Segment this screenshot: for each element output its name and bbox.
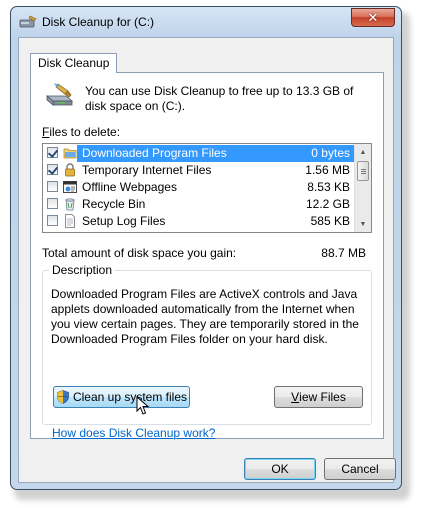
- dialog-client: Disk Cleanup You can use Disk Cleanup to…: [18, 37, 396, 483]
- item-name: Recycle Bin: [82, 197, 146, 211]
- close-button[interactable]: ✕: [351, 8, 395, 27]
- tab-panel: You can use Disk Cleanup to free up to 1…: [30, 72, 384, 439]
- item-size: 1.56 MB: [305, 163, 350, 177]
- checkbox[interactable]: [47, 181, 58, 192]
- checkbox[interactable]: [47, 147, 58, 158]
- item-name: Setup Log Files: [82, 214, 166, 228]
- item-size: 8.53 KB: [307, 180, 350, 194]
- description-legend: Description: [49, 263, 116, 277]
- list-item[interactable]: Temporary Internet Files 1.56 MB: [43, 162, 355, 179]
- ok-label: OK: [271, 462, 289, 476]
- intro-text: You can use Disk Cleanup to free up to 1…: [85, 84, 354, 113]
- list-item[interactable]: Setup Log Files 585 KB: [43, 213, 355, 230]
- view-files-accelerator: V: [291, 390, 300, 404]
- disk-cleanup-icon: [45, 83, 74, 106]
- description-text: Downloaded Program Files are ActiveX con…: [51, 287, 359, 346]
- scroll-up-arrow-icon[interactable]: ▲: [355, 144, 371, 160]
- window-title: Disk Cleanup for (C:): [42, 15, 155, 29]
- list-item[interactable]: Recycle Bin 12.2 GB: [43, 196, 355, 213]
- scroll-thumb[interactable]: [357, 161, 369, 181]
- webpage-icon: [63, 181, 77, 193]
- item-size: 0 bytes: [311, 146, 350, 160]
- item-name: Offline Webpages: [82, 180, 177, 194]
- item-size: 12.2 GB: [305, 197, 350, 211]
- item-name: Temporary Internet Files: [82, 163, 212, 177]
- scroll-down-arrow-icon[interactable]: ▼: [355, 216, 371, 232]
- tab-disk-cleanup[interactable]: Disk Cleanup: [30, 53, 118, 73]
- ok-button[interactable]: OK: [244, 458, 316, 480]
- scroll-grip: [361, 173, 366, 174]
- checkbox[interactable]: [47, 215, 58, 226]
- description-group: Description Downloaded Program Files are…: [42, 263, 372, 425]
- lock-icon: [65, 163, 75, 177]
- files-label-text: iles to delete:: [49, 125, 121, 139]
- checkbox[interactable]: [47, 164, 58, 175]
- disk-cleanup-app-icon: [19, 15, 37, 28]
- folder-icon: [63, 148, 77, 159]
- help-link[interactable]: How does Disk Cleanup work?: [52, 426, 215, 440]
- cancel-label: Cancel: [341, 462, 379, 476]
- view-files-button[interactable]: View Files: [274, 386, 363, 408]
- document-icon: [65, 214, 75, 228]
- title-bar[interactable]: Disk Cleanup for (C:) ✕: [11, 7, 401, 37]
- total-space-label: Total amount of disk space you gain:: [42, 246, 237, 260]
- mouse-pointer-icon: [136, 396, 150, 415]
- disk-cleanup-window: Disk Cleanup for (C:) ✕ Disk Cleanup You…: [10, 6, 402, 490]
- cancel-button[interactable]: Cancel: [324, 458, 396, 480]
- view-files-label: iew Files: [299, 390, 346, 404]
- uac-shield-icon: [57, 390, 69, 404]
- list-item[interactable]: Downloaded Program Files 0 bytes: [43, 145, 355, 162]
- item-size: 585 KB: [310, 214, 350, 228]
- total-space-value: 88.7 MB: [321, 246, 366, 260]
- clean-up-system-files-label: Clean up system files: [72, 390, 188, 404]
- list-item[interactable]: Offline Webpages 8.53 KB: [43, 179, 355, 196]
- close-icon: ✕: [367, 9, 379, 25]
- scroll-grip: [361, 171, 366, 172]
- recycle-bin-icon: [65, 198, 75, 211]
- scroll-grip: [361, 169, 366, 170]
- list-scrollbar[interactable]: ▲ ▼: [354, 144, 371, 232]
- checkbox[interactable]: [47, 198, 58, 209]
- clean-up-system-files-button[interactable]: Clean up system files: [53, 386, 190, 408]
- files-to-delete-label: Files to delete:: [42, 125, 120, 139]
- item-name: Downloaded Program Files: [82, 146, 227, 160]
- files-listbox[interactable]: Downloaded Program Files 0 bytes Tempora…: [42, 143, 372, 233]
